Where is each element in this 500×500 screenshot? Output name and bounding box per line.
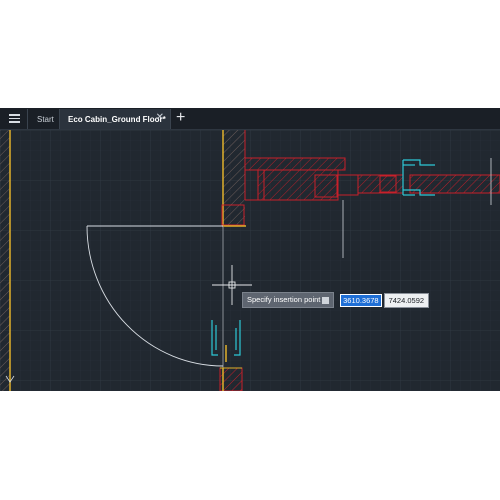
file-tab-bar: Start Eco Cabin_Ground Floor* ✕ + xyxy=(0,108,500,130)
x-coordinate-field[interactable]: 3610.3678 xyxy=(340,293,382,307)
tab-start-label: Start xyxy=(37,114,54,124)
dynamic-input-tooltip: Specify insertion point or 3610.3678 742… xyxy=(242,292,430,308)
x-coordinate-value[interactable]: 3610.3678 xyxy=(341,294,381,306)
tab-eco-cabin-label: Eco Cabin_Ground Floor* xyxy=(68,114,166,124)
command-prompt: Specify insertion point or xyxy=(242,292,335,308)
close-icon[interactable]: ✕ xyxy=(156,112,164,123)
new-tab-plus-icon[interactable]: + xyxy=(176,108,185,128)
drawing-canvas[interactable] xyxy=(0,130,500,391)
tab-start[interactable]: Start xyxy=(27,109,59,129)
hamburger-menu-icon[interactable] xyxy=(3,110,25,127)
y-coordinate-field[interactable]: 7424.0592 xyxy=(383,292,430,308)
left-wall xyxy=(0,130,11,391)
arrow-down-icon[interactable] xyxy=(322,296,330,304)
autocad-window: Start Eco Cabin_Ground Floor* ✕ + Specif… xyxy=(0,108,500,391)
tab-eco-cabin[interactable]: Eco Cabin_Ground Floor* ✕ xyxy=(59,109,171,129)
